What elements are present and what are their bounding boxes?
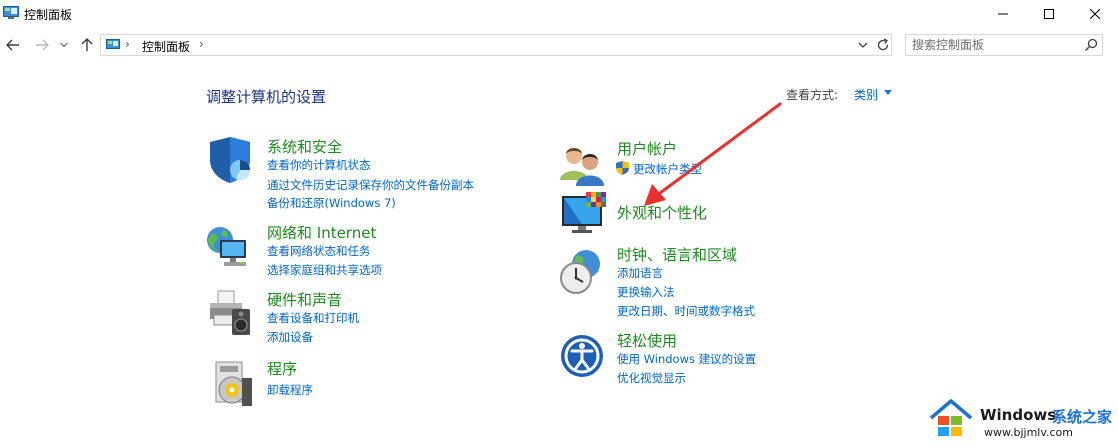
dropdown-triangle-icon[interactable] xyxy=(884,90,892,96)
control-panel-icon xyxy=(106,39,120,49)
page-title: 调整计算机的设置 xyxy=(206,88,327,106)
title-bar: 控制面板 xyxy=(0,0,1118,30)
recent-locations-button[interactable] xyxy=(57,35,71,55)
network-globe-icon[interactable] xyxy=(206,222,254,270)
uac-shield-icon xyxy=(616,161,629,175)
annotation-arrow-icon xyxy=(644,102,782,206)
monitor-palette-icon[interactable] xyxy=(560,190,608,238)
minimize-button[interactable] xyxy=(980,0,1026,28)
link-file-history-backup[interactable]: 通过文件历史记录保存你的文件备份副本 xyxy=(267,177,474,193)
ease-of-access-icon[interactable] xyxy=(560,332,608,380)
minimize-icon xyxy=(998,13,1008,15)
back-button[interactable] xyxy=(3,35,23,55)
watermark-windows-logo-icon xyxy=(929,399,973,436)
link-optimize-visual-display[interactable]: 优化视觉显示 xyxy=(617,370,686,386)
programs-disc-icon[interactable] xyxy=(210,360,258,408)
control-panel-icon xyxy=(3,6,19,19)
category-title-clock-language-region[interactable]: 时钟、语言和区域 xyxy=(617,244,737,265)
forward-arrow-icon xyxy=(36,39,49,51)
watermark-url: www.bjjmlv.com xyxy=(984,426,1073,439)
view-by-dropdown[interactable]: 类别 xyxy=(854,86,878,103)
address-bar[interactable]: › 控制面板 › xyxy=(100,34,892,56)
category-title-programs[interactable]: 程序 xyxy=(267,358,297,379)
search-icon[interactable] xyxy=(1084,38,1098,52)
watermark-site-name: 系统之家 xyxy=(1052,408,1113,426)
close-button[interactable] xyxy=(1072,0,1118,28)
shield-icon[interactable] xyxy=(206,136,254,184)
forward-button[interactable] xyxy=(32,35,52,55)
breadcrumb-separator[interactable]: › xyxy=(199,37,204,51)
breadcrumb-control-panel[interactable]: 控制面板 xyxy=(142,38,190,55)
breadcrumb-separator[interactable]: › xyxy=(125,37,130,51)
link-change-date-time-format[interactable]: 更改日期、时间或数字格式 xyxy=(617,303,755,319)
link-uninstall-program[interactable]: 卸载程序 xyxy=(267,382,313,398)
back-arrow-icon xyxy=(6,39,19,51)
refresh-icon[interactable] xyxy=(875,37,891,53)
link-add-language[interactable]: 添加语言 xyxy=(617,265,663,281)
link-network-status[interactable]: 查看网络状态和任务 xyxy=(267,243,371,259)
recent-dropdown-icon xyxy=(60,42,68,48)
watermark-brand: Windows xyxy=(980,406,1057,424)
link-change-input-method[interactable]: 更换输入法 xyxy=(617,284,675,300)
link-backup-restore[interactable]: 备份和还原(Windows 7) xyxy=(267,195,396,211)
window-title: 控制面板 xyxy=(24,8,73,22)
category-title-system-security[interactable]: 系统和安全 xyxy=(267,136,342,157)
maximize-icon xyxy=(1044,9,1054,19)
printer-speaker-icon[interactable] xyxy=(206,289,254,337)
clock-globe-icon[interactable] xyxy=(558,248,606,296)
category-title-network-internet[interactable]: 网络和 Internet xyxy=(267,222,376,243)
category-title-ease-of-access[interactable]: 轻松使用 xyxy=(617,330,677,351)
link-homegroup-sharing[interactable]: 选择家庭组和共享选项 xyxy=(267,262,382,278)
link-devices-printers[interactable]: 查看设备和打印机 xyxy=(267,310,359,326)
maximize-button[interactable] xyxy=(1026,0,1072,28)
category-title-hardware-sound[interactable]: 硬件和声音 xyxy=(267,289,342,310)
search-input[interactable] xyxy=(912,37,1072,53)
search-box[interactable] xyxy=(905,34,1103,56)
view-by-label: 查看方式: xyxy=(786,88,839,102)
up-arrow-icon xyxy=(81,38,93,51)
up-button[interactable] xyxy=(77,35,97,55)
users-icon[interactable] xyxy=(558,140,606,188)
link-add-device[interactable]: 添加设备 xyxy=(267,329,313,345)
link-view-computer-status[interactable]: 查看你的计算机状态 xyxy=(267,157,371,173)
link-windows-recommended-settings[interactable]: 使用 Windows 建议的设置 xyxy=(617,351,756,367)
close-icon xyxy=(1090,9,1100,19)
chevron-down-icon[interactable] xyxy=(856,38,870,52)
